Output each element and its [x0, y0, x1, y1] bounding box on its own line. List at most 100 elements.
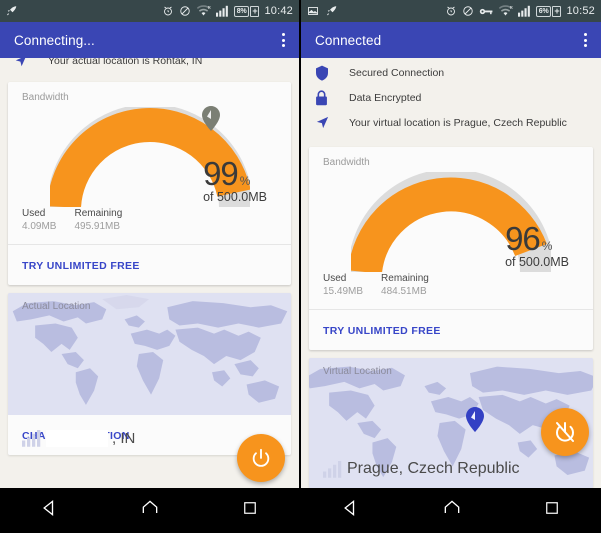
dual-screenshot-comparison: R 8% + 10:42 Connecting... Your actual l…	[0, 0, 601, 533]
app-bar-left: Connecting...	[0, 22, 299, 58]
used-value: 15.49MB	[323, 286, 364, 297]
actual-location-line: , IN	[22, 429, 135, 447]
back-triangle-icon[interactable]	[40, 498, 60, 523]
wifi-roaming-icon: R	[498, 5, 513, 17]
bandwidth-label: Bandwidth	[22, 92, 69, 103]
bandwidth-percent: 99	[203, 155, 239, 192]
svg-text:R: R	[509, 5, 512, 10]
battery-charging-icon: +	[250, 5, 260, 17]
actual-location-text: , IN	[112, 429, 136, 447]
signal-bars-watermark-icon	[323, 461, 342, 478]
status-clock: 10:42	[264, 5, 293, 17]
usage-remaining: Remaining 484.51MB	[381, 273, 429, 297]
try-unlimited-free-button-right[interactable]: TRY UNLIMITED FREE	[309, 310, 593, 350]
usage-used: Used 15.49MB	[323, 273, 363, 297]
map-card-left: Actual Location , IN	[8, 293, 291, 455]
status-bar-left: R 8% + 10:42	[0, 0, 299, 22]
try-unlimited-free-label: TRY UNLIMITED FREE	[323, 325, 441, 337]
map-pin-blue-icon	[466, 407, 484, 432]
redaction-box	[46, 429, 108, 447]
signal-bars-icon	[517, 5, 531, 17]
map-pin-gray-icon	[202, 106, 220, 131]
rocket-icon	[6, 5, 18, 17]
wifi-roaming-icon: R	[196, 5, 211, 17]
scroll-content-right[interactable]: Secured Connection Data Encrypted Your v…	[301, 58, 601, 488]
home-icon[interactable]	[140, 498, 160, 523]
power-off-icon	[556, 422, 574, 442]
overflow-menu-icon[interactable]	[584, 33, 587, 47]
bandwidth-usage-row-right: Used 15.49MB Remaining 484.51MB	[309, 273, 593, 309]
disconnect-fab-button[interactable]	[541, 408, 589, 456]
status-row-virtual-location: Your virtual location is Prague, Czech R…	[301, 110, 601, 135]
percent-symbol: %	[239, 174, 251, 188]
shield-icon	[315, 65, 349, 81]
status-row-text: Secured Connection	[349, 66, 445, 79]
usage-used: Used 4.09MB	[22, 208, 56, 232]
status-row-text: Your actual location is Rohtak, IN	[48, 58, 203, 67]
overflow-menu-icon[interactable]	[282, 33, 285, 47]
svg-text:R: R	[207, 5, 210, 10]
try-unlimited-free-button-left[interactable]: TRY UNLIMITED FREE	[8, 245, 291, 285]
phone-screen-connecting: R 8% + 10:42 Connecting... Your actual l…	[0, 0, 301, 533]
vpn-key-icon	[479, 6, 493, 17]
android-nav-bar-left	[0, 488, 299, 533]
signal-bars-icon	[215, 5, 229, 17]
navigation-arrow-icon	[315, 115, 349, 130]
bandwidth-label: Bandwidth	[323, 157, 370, 168]
signal-bars-watermark-icon	[22, 430, 41, 447]
status-row-secured-connection: Secured Connection	[301, 60, 601, 85]
battery-indicator: 6% +	[535, 5, 562, 17]
connection-status-list-left: Your actual location is Rohtak, IN	[0, 58, 299, 74]
map-label: Virtual Location	[323, 366, 392, 377]
used-label: Used	[323, 273, 347, 284]
bandwidth-percent: 96	[505, 220, 541, 257]
battery-indicator: 8% +	[233, 5, 260, 17]
bandwidth-percent-block: 96 % of 500.0MB	[505, 220, 569, 269]
power-on-icon	[252, 448, 270, 467]
home-icon[interactable]	[442, 498, 462, 523]
map-label: Actual Location	[22, 301, 91, 312]
connect-fab-button[interactable]	[237, 434, 285, 482]
lock-icon	[315, 89, 349, 106]
scroll-content-left[interactable]: Your actual location is Rohtak, IN Bandw…	[0, 58, 299, 488]
bandwidth-card-right: Bandwidth 96 % of 500.0MB Used 15.49MB R…	[309, 147, 593, 350]
connection-status-list-right: Secured Connection Data Encrypted Your v…	[301, 58, 601, 139]
remaining-label: Remaining	[381, 273, 429, 284]
bandwidth-total: of 500.0MB	[203, 190, 267, 204]
virtual-location-line: Prague, Czech Republic	[323, 460, 520, 478]
app-bar-right: Connected	[301, 22, 601, 58]
app-title: Connecting...	[14, 32, 95, 48]
back-triangle-icon[interactable]	[341, 498, 361, 523]
alarm-icon	[445, 5, 457, 17]
used-value: 4.09MB	[22, 221, 57, 232]
battery-percent: 6%	[535, 5, 552, 17]
status-row-actual-location: Your actual location is Rohtak, IN	[0, 58, 299, 70]
alarm-icon	[162, 5, 174, 17]
recents-square-icon[interactable]	[241, 499, 259, 522]
do-not-disturb-icon	[462, 5, 474, 17]
image-icon	[307, 5, 319, 17]
status-row-data-encrypted: Data Encrypted	[301, 85, 601, 110]
status-row-text: Data Encrypted	[349, 91, 422, 104]
try-unlimited-free-label: TRY UNLIMITED FREE	[22, 260, 140, 272]
do-not-disturb-icon	[179, 5, 191, 17]
bandwidth-gauge: 96 % of 500.0MB	[309, 168, 593, 273]
remaining-value: 484.51MB	[381, 286, 427, 297]
remaining-label: Remaining	[74, 208, 123, 219]
used-label: Used	[22, 208, 46, 219]
battery-charging-icon: +	[552, 5, 562, 17]
percent-symbol: %	[541, 239, 553, 253]
status-row-text: Your virtual location is Prague, Czech R…	[349, 116, 567, 129]
status-clock: 10:52	[566, 5, 595, 17]
android-nav-bar-right	[301, 488, 601, 533]
bandwidth-gauge: 99 % of 500.0MB	[8, 103, 291, 208]
bandwidth-usage-row-left: Used 4.09MB Remaining 495.91MB	[8, 208, 291, 244]
usage-remaining: Remaining 495.91MB	[74, 208, 122, 232]
recents-square-icon[interactable]	[543, 499, 561, 522]
status-bar-right: R 6% + 10:52	[301, 0, 601, 22]
battery-percent: 8%	[233, 5, 250, 17]
bandwidth-card-left: Bandwidth 99 % of 500.0MB Used 4.09MB Re…	[8, 82, 291, 285]
phone-screen-connected: R 6% + 10:52 Connected Secured Connectio…	[301, 0, 601, 533]
navigation-arrow-icon	[14, 58, 48, 68]
app-title: Connected	[315, 32, 382, 48]
